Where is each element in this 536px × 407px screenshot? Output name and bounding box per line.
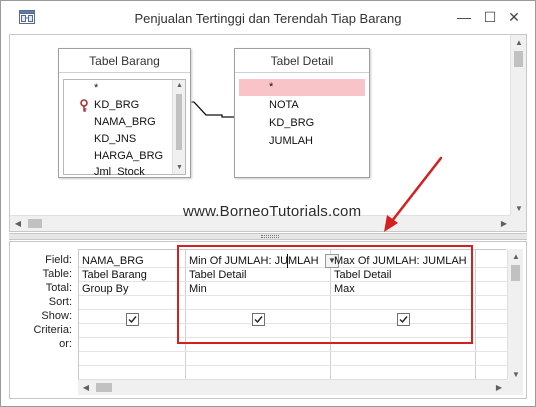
query-design-window: Penjualan Tertinggi dan Terendah Tiap Ba… [0, 0, 536, 407]
annotation-arrow-icon [384, 156, 443, 232]
